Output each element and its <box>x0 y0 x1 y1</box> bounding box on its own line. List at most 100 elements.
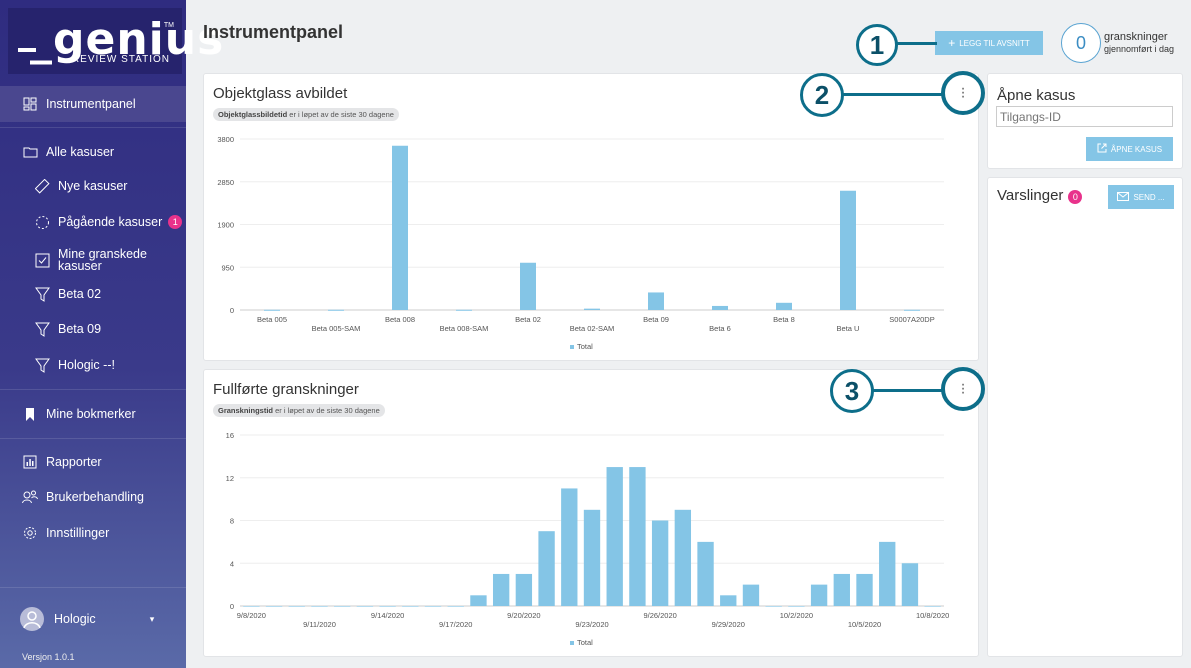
callout-2-line <box>843 93 943 96</box>
sidebar-item-label: Innstillinger <box>46 526 110 540</box>
access-id-input[interactable] <box>996 106 1173 127</box>
sidebar-item-label: Brukerbehandling <box>46 490 144 504</box>
x-tick-label: 9/8/2020 <box>237 611 266 620</box>
card-menu-button[interactable]: · · · <box>941 367 985 411</box>
sidebar-item-innstillinger[interactable]: Innstillinger <box>0 515 186 551</box>
sidebar-item-label: Mine bokmerker <box>46 407 136 421</box>
callout-1-line <box>897 42 937 45</box>
bar-9/22/2020 <box>561 488 578 606</box>
open-case-button[interactable]: ÅPNE KASUS <box>1086 137 1173 161</box>
avatar <box>20 607 44 631</box>
bar-Beta 005-SAM <box>328 309 344 311</box>
filter-icon <box>34 357 50 373</box>
bar-Beta 02-SAM <box>584 308 600 310</box>
y-tick-label: 4 <box>230 559 234 568</box>
mail-icon <box>1117 191 1130 203</box>
bar-9/30/2020 <box>742 584 760 606</box>
slides-imaged-card: Objektglass avbildet Objektglassbildetid… <box>203 73 979 361</box>
bar-9/10/2020 <box>288 606 305 607</box>
filter-icon <box>34 321 50 337</box>
bar-Beta 09 <box>648 292 664 310</box>
user-menu[interactable]: Hologic ▾ <box>0 600 186 638</box>
y-tick-label: 12 <box>226 474 234 483</box>
add-section-button[interactable]: + LEGG TIL AVSNITT <box>935 31 1043 55</box>
bar-9/19/2020 <box>492 573 510 606</box>
send-button[interactable]: SEND ... <box>1108 185 1174 209</box>
more-vertical-icon: · · · <box>960 80 966 105</box>
callout-3: 3 <box>830 369 874 413</box>
sidebar-item-label: Hologic --! <box>58 358 115 372</box>
bar-9/24/2020 <box>606 467 623 606</box>
bar-9/11/2020 <box>311 606 328 607</box>
x-tick-label: 9/29/2020 <box>712 620 745 629</box>
bar-9/29/2020 <box>720 595 737 606</box>
dashboard-icon <box>22 96 38 112</box>
y-tick-label: 3800 <box>217 135 234 144</box>
card-menu-button[interactable]: · · · <box>941 71 985 115</box>
completed-reviews-card: Fullførte granskninger Granskningstid er… <box>203 369 979 657</box>
sidebar-item-nye-kasuser[interactable]: Nye kasuser <box>0 168 186 204</box>
sidebar-item-rapporter[interactable]: Rapporter <box>0 444 186 480</box>
bar-10/6/2020 <box>879 541 896 606</box>
bar-9/27/2020 <box>674 509 692 606</box>
x-tick-label: 10/2/2020 <box>780 611 813 620</box>
version-label: Versjon 1.0.1 <box>22 652 75 662</box>
x-tick-label: 10/8/2020 <box>916 611 949 620</box>
sidebar-item-mine-granskede[interactable]: Mine granskede kasuser <box>0 240 186 280</box>
bar-Beta 008-SAM <box>456 309 472 311</box>
sidebar-item-beta-09[interactable]: Beta 09 <box>0 311 186 347</box>
bar-Beta 005 <box>264 309 280 311</box>
bar-9/15/2020 <box>402 606 419 607</box>
sidebar-item-label: Rapporter <box>46 455 102 469</box>
callout-1: 1 <box>856 24 898 66</box>
plus-icon: + <box>948 36 956 50</box>
bar-10/8/2020 <box>924 606 941 607</box>
bar-Beta U <box>840 190 856 310</box>
card-title: Objektglass avbildet <box>213 85 348 102</box>
bar-9/18/2020 <box>470 595 487 606</box>
open-case-title: Åpne kasus <box>997 87 1076 104</box>
user-name: Hologic <box>54 612 96 626</box>
bar-9/20/2020 <box>515 573 533 606</box>
bar-9/9/2020 <box>265 606 283 607</box>
sidebar-item-alle-kasuser[interactable]: Alle kasuser <box>0 134 186 170</box>
bar-9/21/2020 <box>538 531 555 606</box>
checkbox-icon <box>34 252 50 268</box>
x-tick-label: 9/11/2020 <box>303 620 336 629</box>
sidebar-item-hologic[interactable]: Hologic --! <box>0 347 186 383</box>
x-tick-label: Beta 005-SAM <box>312 324 361 333</box>
sidebar-item-bokmerker[interactable]: Mine bokmerker <box>0 396 186 432</box>
sidebar-item-label: Mine granskede kasuser <box>58 247 147 273</box>
bar-9/28/2020 <box>697 541 714 606</box>
bar-Beta 02 <box>520 262 536 310</box>
x-tick-label: Beta U <box>837 324 860 333</box>
bar-9/23/2020 <box>583 509 601 606</box>
x-tick-label: 9/20/2020 <box>507 611 540 620</box>
x-tick-label: 10/5/2020 <box>848 620 881 629</box>
bar-10/3/2020 <box>810 584 828 606</box>
sidebar-item-pagaende-kasuser[interactable]: Pågående kasuser 1 <box>0 204 186 240</box>
y-tick-label: 1900 <box>217 221 234 230</box>
completed-reviews-chart: 0 4 8 12 16 9/8/2020 9/11/2020 9/14/2020 9/17/20… <box>226 431 950 629</box>
sidebar-item-brukerbehandling[interactable]: Brukerbehandling <box>0 479 186 515</box>
time-range-pill[interactable]: Objektglassbildetid er i løpet av de sis… <box>213 108 399 121</box>
y-tick-label: 16 <box>226 431 234 440</box>
bar-Beta 008 <box>392 145 408 310</box>
x-tick-label: S0007A20DP <box>889 315 934 324</box>
sidebar-item-label: Instrumentpanel <box>46 97 136 111</box>
filter-icon <box>34 286 50 302</box>
page-title: Instrumentpanel <box>203 22 344 42</box>
callout-3-line <box>873 389 943 392</box>
bar-9/12/2020 <box>334 606 351 607</box>
bar-9/14/2020 <box>379 606 396 607</box>
callout-2: 2 <box>800 73 844 117</box>
bar-Beta 8 <box>776 302 792 310</box>
x-tick-label: 9/26/2020 <box>643 611 676 620</box>
time-range-pill[interactable]: Granskningstid er i løpet av de siste 30… <box>213 404 385 417</box>
folder-icon <box>22 144 38 160</box>
legend: Total <box>570 342 593 351</box>
more-vertical-icon: · · · <box>960 376 966 401</box>
sidebar-item-instrumentpanel[interactable]: Instrumentpanel <box>0 86 186 122</box>
y-tick-label: 0 <box>230 306 234 315</box>
sidebar-item-beta-02[interactable]: Beta 02 <box>0 276 186 312</box>
